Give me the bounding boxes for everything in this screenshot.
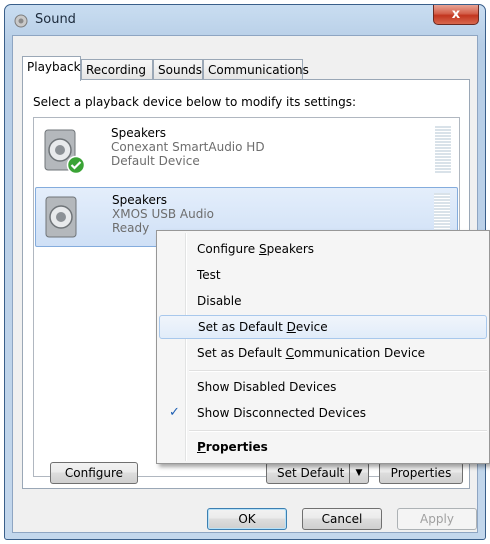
menu-separator: [189, 370, 487, 372]
speaker-icon: [44, 129, 86, 175]
device-driver: Conexant SmartAudio HD: [111, 140, 265, 154]
device-status: Ready: [112, 221, 150, 235]
sound-app-icon: [14, 14, 28, 28]
menu-item-disable[interactable]: Disable: [159, 289, 487, 313]
close-icon: x: [451, 7, 461, 22]
set-default-button[interactable]: Set Default ▼: [266, 462, 369, 484]
instruction-text: Select a playback device below to modify…: [33, 95, 357, 109]
context-menu: Configure Speakers Test Disable Set as D…: [156, 230, 490, 464]
device-driver: XMOS USB Audio: [112, 207, 215, 221]
tab-playback[interactable]: Playback: [22, 56, 81, 81]
menu-item-show-disconnected[interactable]: ✓ Show Disconnected Devices: [159, 401, 487, 425]
show-disconnected-label: Show Disconnected Devices: [197, 406, 366, 420]
speaker-icon: [45, 196, 77, 238]
close-button[interactable]: x: [433, 5, 479, 25]
configure-button[interactable]: Configure: [50, 462, 138, 484]
tab-communications[interactable]: Communications: [203, 59, 309, 80]
device-name: Speakers: [111, 126, 167, 140]
device-name: Speakers: [112, 193, 168, 207]
checkmark-icon: ✓: [169, 405, 180, 420]
tab-recording[interactable]: Recording: [81, 59, 153, 80]
menu-item-configure-speakers[interactable]: Configure Speakers: [159, 237, 487, 261]
set-default-label: Set Default: [277, 466, 345, 480]
menu-item-set-default-device[interactable]: Set as Default Device: [159, 315, 487, 339]
window-title: Sound: [35, 12, 76, 27]
device-status: Default Device: [111, 154, 200, 168]
apply-button: Apply: [397, 508, 477, 530]
menu-separator: [189, 430, 487, 432]
menu-item-test[interactable]: Test: [159, 263, 487, 287]
title-bar[interactable]: Sound x: [5, 5, 485, 35]
device-item[interactable]: Speakers Conexant SmartAudio HD Default …: [35, 121, 458, 181]
volume-meter: [435, 126, 451, 174]
dropdown-arrow-icon[interactable]: ▼: [349, 463, 368, 483]
menu-item-show-disabled[interactable]: Show Disabled Devices: [159, 375, 487, 399]
menu-item-properties[interactable]: Properties: [159, 435, 487, 459]
tab-sounds[interactable]: Sounds: [153, 59, 203, 80]
properties-button[interactable]: Properties: [379, 462, 463, 484]
menu-item-set-default-communication[interactable]: Set as Default Communication Device: [159, 341, 487, 365]
cancel-button[interactable]: Cancel: [302, 508, 382, 530]
ok-button[interactable]: OK: [207, 508, 287, 530]
